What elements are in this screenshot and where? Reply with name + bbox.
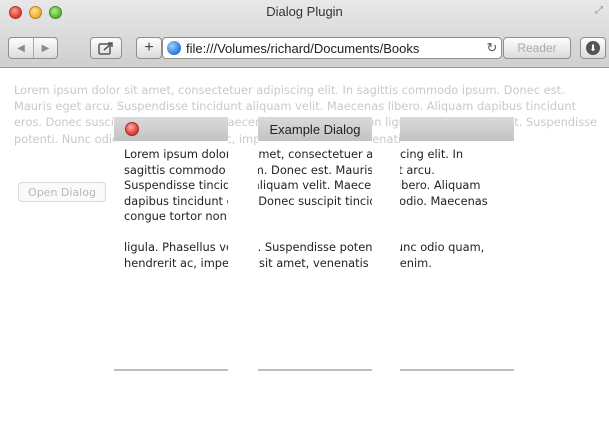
share-button[interactable] xyxy=(90,37,122,59)
globe-icon xyxy=(167,41,181,55)
dialog-titlebar xyxy=(400,117,514,141)
download-icon: ⬇ xyxy=(586,41,600,55)
forward-arrow-icon: ▶ xyxy=(41,42,50,54)
back-arrow-icon: ◀ xyxy=(17,42,25,54)
dialog-slice-right: Lorem ipsum dolor sit amet, consectetuer… xyxy=(400,117,514,385)
dialog-paragraph-2: ligula. Phasellus vel elit. Suspendisse … xyxy=(400,239,485,270)
dialog-close-button[interactable] xyxy=(125,122,139,136)
url-text[interactable]: file:///Volumes/richard/Documents/Books xyxy=(186,41,483,56)
dialog-paragraph-1: Lorem ipsum dolor sit amet, consectetuer… xyxy=(124,147,228,224)
dialog-paragraph-2: ligula. Phasellus vel elit. Suspendisse … xyxy=(258,239,372,270)
address-bar[interactable]: file:///Volumes/richard/Documents/Books … xyxy=(162,37,502,59)
dialog-bottom-edge xyxy=(114,369,228,371)
dialog-title: Example Dialog xyxy=(269,122,361,137)
reload-icon[interactable]: ↻ xyxy=(483,40,501,56)
dialog-body: Lorem ipsum dolor sit amet, consectetuer… xyxy=(114,141,228,272)
dialog-body: Lorem ipsum dolor sit amet, consectetuer… xyxy=(400,141,514,272)
dialog-titlebar: Example Dialog xyxy=(258,117,372,141)
dialog-paragraph-1: Lorem ipsum dolor sit amet, consectetuer… xyxy=(258,147,372,208)
plus-icon: + xyxy=(144,39,154,56)
dialog-bottom-edge xyxy=(400,369,514,371)
reader-button[interactable]: Reader xyxy=(503,37,571,59)
dialog-titlebar xyxy=(114,117,228,141)
downloads-button[interactable]: ⬇ xyxy=(580,37,606,59)
back-forward-group: ◀ ▶ xyxy=(8,37,58,59)
dialog-slice-middle: Example Dialog Lorem ipsum dolor sit ame… xyxy=(258,117,372,385)
open-dialog-button[interactable]: Open Dialog xyxy=(18,182,106,202)
dialog-paragraph-1: Lorem ipsum dolor sit amet, consectetuer… xyxy=(400,147,488,208)
back-button[interactable]: ◀ xyxy=(9,38,33,58)
dialog-slice-left: Lorem ipsum dolor sit amet, consectetuer… xyxy=(114,117,228,385)
window-title: Dialog Plugin xyxy=(266,4,343,19)
add-bookmark-button[interactable]: + xyxy=(136,37,162,59)
dialog-body: Lorem ipsum dolor sit amet, consectetuer… xyxy=(258,141,372,272)
share-icon xyxy=(98,42,113,55)
dialog-bottom-edge xyxy=(258,369,372,371)
window-titlebar: Dialog Plugin ⤢ ◀ ▶ + file:///Volumes/ri… xyxy=(0,0,609,68)
dialog-paragraph-2: ligula. Phasellus vel elit. Suspendisse … xyxy=(124,239,228,270)
fullscreen-icon[interactable]: ⤢ xyxy=(595,5,603,16)
forward-button[interactable]: ▶ xyxy=(32,38,57,58)
